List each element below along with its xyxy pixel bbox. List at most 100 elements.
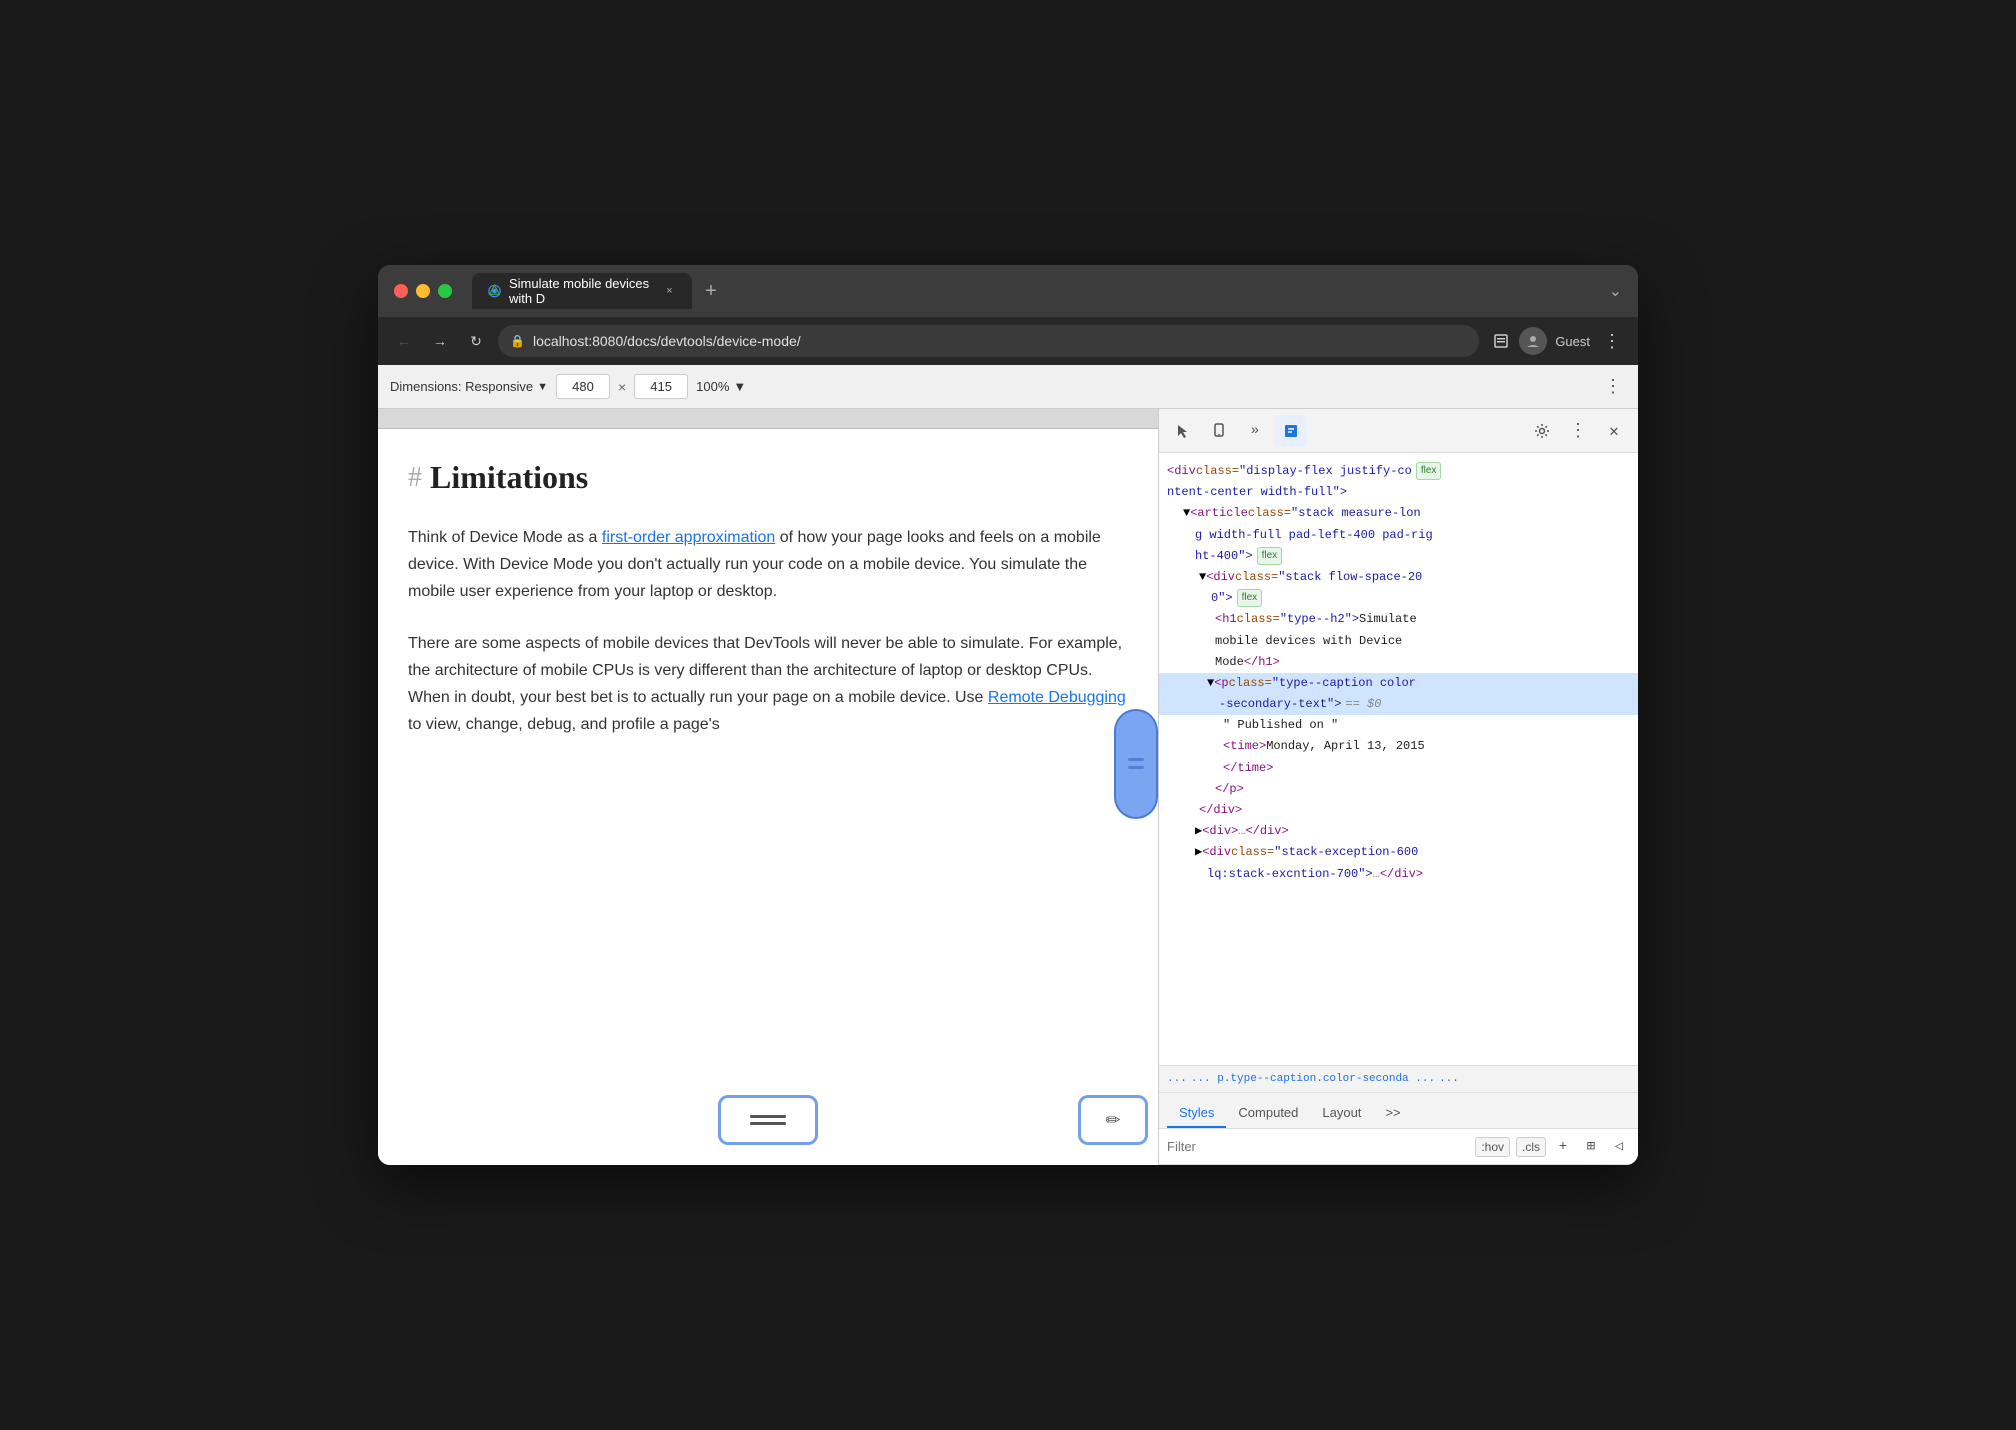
tree-line-3[interactable]: ▼ <div class="stack flow-space-20	[1159, 567, 1638, 588]
first-order-link[interactable]: first-order approximation	[602, 529, 775, 546]
reader-mode-button[interactable]	[1487, 327, 1515, 355]
main-area: # Limitations Think of Device Mode as a …	[378, 409, 1638, 1165]
breadcrumb-selector[interactable]: ... p.type--caption.color-seconda ...	[1191, 1073, 1435, 1085]
bottom-overlay-menu[interactable]	[718, 1095, 818, 1145]
remote-debugging-link[interactable]: Remote Debugging	[988, 689, 1126, 706]
copy-styles-button[interactable]: ⊞	[1580, 1136, 1602, 1158]
devtools-settings-button[interactable]	[1526, 415, 1558, 447]
heading-hash: #	[408, 462, 422, 494]
tree-line-1[interactable]: <div class="display-flex justify-co flex	[1159, 461, 1638, 482]
menu-lines	[750, 1115, 786, 1125]
tab-styles[interactable]: Styles	[1167, 1099, 1226, 1128]
close-window-button[interactable]	[394, 284, 408, 298]
url-text: localhost:8080/docs/devtools/device-mode…	[533, 333, 1467, 349]
devtools-elements-button[interactable]	[1275, 415, 1307, 447]
nav-bar: ← → ↻ 🔒 localhost:8080/docs/devtools/dev…	[378, 317, 1638, 365]
selected-element-badge: == $0	[1345, 695, 1381, 714]
edit-icon: ✏	[1105, 1110, 1120, 1131]
pseudo-class-filter-button[interactable]: :hov	[1475, 1137, 1510, 1157]
devtools-cursor-button[interactable]	[1167, 415, 1199, 447]
devtools-close-button[interactable]: ✕	[1598, 415, 1630, 447]
chrome-icon	[488, 283, 501, 299]
maximize-window-button[interactable]	[438, 284, 452, 298]
tree-line-2c[interactable]: ht-400"> flex	[1159, 546, 1638, 567]
tree-line-p-close[interactable]: </p>	[1159, 779, 1638, 800]
dimensions-select[interactable]: Dimensions: Responsive ▼	[390, 379, 548, 394]
tab-layout[interactable]: Layout	[1310, 1099, 1373, 1128]
tab-more[interactable]: >>	[1373, 1099, 1412, 1128]
bottom-overlay-edit[interactable]: ✏	[1078, 1095, 1148, 1145]
cursor-icon	[1175, 423, 1191, 439]
back-button[interactable]: ←	[390, 327, 418, 355]
tab-close-button[interactable]: ×	[663, 283, 676, 299]
zoom-select[interactable]: 100% ▼	[696, 379, 746, 394]
breadcrumb-ellipsis-1[interactable]: ...	[1167, 1073, 1187, 1085]
tree-line-div-dots[interactable]: ▶ <div>…</div>	[1159, 821, 1638, 842]
devtools-device-button[interactable]	[1203, 415, 1235, 447]
height-input[interactable]	[634, 374, 688, 399]
flex-badge-2[interactable]: flex	[1257, 547, 1283, 565]
tree-line-2b[interactable]: g width-full pad-left-400 pad-rig	[1159, 525, 1638, 546]
profile-icon	[1526, 334, 1540, 348]
browser-more-button[interactable]: ⋮	[1598, 327, 1626, 355]
horizontal-ruler	[378, 409, 1158, 429]
device-toolbar: Dimensions: Responsive ▼ × 100% ▼ ⋮	[378, 365, 1638, 409]
tab-title: Simulate mobile devices with D	[509, 276, 655, 306]
page-paragraph-1: Think of Device Mode as a first-order ap…	[408, 524, 1128, 606]
breadcrumb-ellipsis-2[interactable]: ...	[1439, 1073, 1459, 1085]
tab-strip-more-button[interactable]: ⌄	[1609, 281, 1622, 301]
reader-icon	[1493, 333, 1509, 349]
tree-line-p2[interactable]: -secondary-text"> == $0	[1159, 694, 1638, 715]
title-bar: Simulate mobile devices with D × + ⌄	[378, 265, 1638, 317]
zoom-arrow-icon: ▼	[733, 379, 746, 394]
styles-filter-input[interactable]	[1167, 1139, 1469, 1154]
breadcrumb-bar: ... ... p.type--caption.color-seconda ..…	[1159, 1065, 1638, 1093]
new-tab-button[interactable]: +	[696, 276, 726, 306]
profile-button[interactable]	[1519, 327, 1547, 355]
traffic-lights	[394, 284, 452, 298]
page-frame[interactable]: # Limitations Think of Device Mode as a …	[378, 429, 1158, 1165]
devtools-toolbar: » ⋮ ✕	[1159, 409, 1638, 453]
browser-tab-active[interactable]: Simulate mobile devices with D ×	[472, 273, 692, 309]
forward-button[interactable]: →	[426, 327, 454, 355]
tree-line-time-close[interactable]: </time>	[1159, 758, 1638, 779]
tree-line-published[interactable]: " Published on "	[1159, 715, 1638, 736]
browser-window: Simulate mobile devices with D × + ⌄ ← →…	[378, 265, 1638, 1165]
expand-styles-button[interactable]: ◁	[1608, 1136, 1630, 1158]
flex-badge-1[interactable]: flex	[1416, 462, 1442, 480]
tab-bar: Simulate mobile devices with D × +	[472, 273, 1597, 309]
tree-line-time[interactable]: <time>Monday, April 13, 2015	[1159, 736, 1638, 757]
tree-line-2[interactable]: ▼ <article class="stack measure-lon	[1159, 503, 1638, 524]
add-style-button[interactable]: +	[1552, 1136, 1574, 1158]
ruler-marks	[382, 409, 1154, 428]
scroll-handle-line-1	[1128, 758, 1144, 761]
flex-badge-3[interactable]: flex	[1237, 589, 1263, 607]
html-tree[interactable]: <div class="display-flex justify-co flex…	[1159, 453, 1638, 1065]
tree-line-stack-exception[interactable]: ▶ <div class="stack-exception-600	[1159, 842, 1638, 863]
scroll-handle-line-2	[1128, 766, 1144, 769]
tree-line-3b[interactable]: 0"> flex	[1159, 588, 1638, 609]
dimensions-arrow-icon: ▼	[537, 381, 548, 393]
tree-line-p[interactable]: ▼ <p class="type--caption color	[1159, 673, 1638, 694]
refresh-button[interactable]: ↻	[462, 327, 490, 355]
page-heading-text: Limitations	[430, 459, 588, 496]
tab-computed[interactable]: Computed	[1226, 1099, 1310, 1128]
class-filter-button[interactable]: .cls	[1516, 1137, 1546, 1157]
page-heading: # Limitations	[408, 459, 1128, 496]
width-input[interactable]	[556, 374, 610, 399]
tree-line-1b[interactable]: ntent-center width-full">	[1159, 482, 1638, 503]
tree-line-stack-exception2[interactable]: lq:stack-excntion-700">…</div>	[1159, 864, 1638, 885]
minimize-window-button[interactable]	[416, 284, 430, 298]
zoom-label: 100%	[696, 379, 729, 394]
tree-line-h1c[interactable]: Mode</h1>	[1159, 652, 1638, 673]
scroll-handle-inner	[1128, 758, 1144, 769]
address-bar[interactable]: 🔒 localhost:8080/docs/devtools/device-mo…	[498, 325, 1479, 357]
devtools-more-options-button[interactable]: ⋮	[1562, 415, 1594, 447]
scroll-handle[interactable]	[1114, 709, 1158, 819]
tree-line-h1b[interactable]: mobile devices with Device	[1159, 631, 1638, 652]
toolbar-more-button[interactable]: ⋮	[1600, 372, 1626, 401]
tree-line-div-close[interactable]: </div>	[1159, 800, 1638, 821]
tree-line-h1[interactable]: <h1 class="type--h2">Simulate	[1159, 609, 1638, 630]
devtools-more-panels-button[interactable]: »	[1239, 415, 1271, 447]
devtools-panel: » ⋮ ✕	[1158, 409, 1638, 1165]
